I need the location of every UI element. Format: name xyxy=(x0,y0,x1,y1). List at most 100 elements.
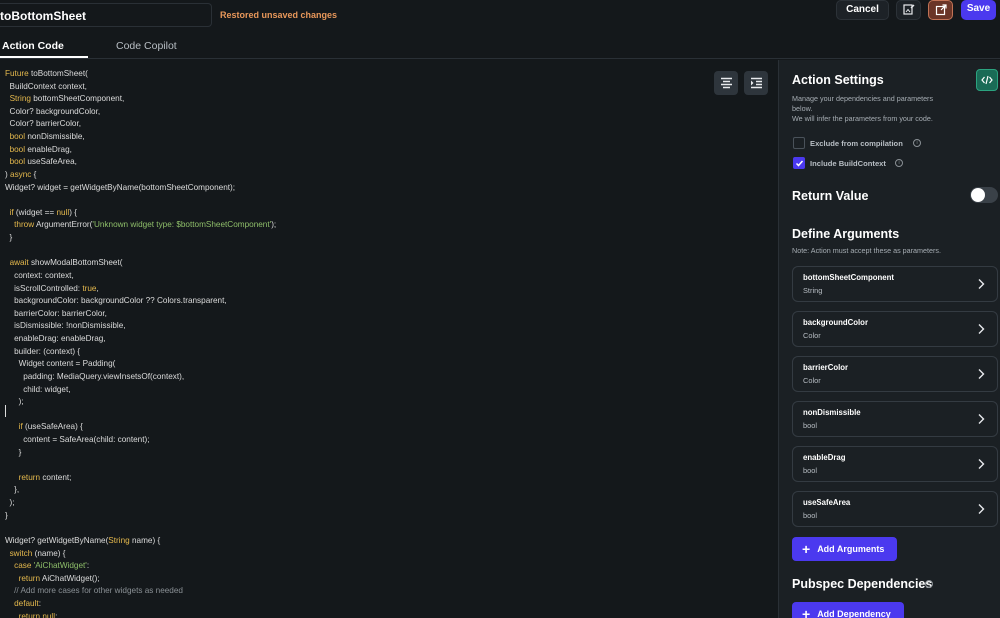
code-line: Widget? widget = getWidgetByName(bottomS… xyxy=(5,182,236,192)
code-line: return AiChatWidget(); xyxy=(18,573,100,583)
code-line: await showModalBottomSheet( xyxy=(9,258,123,268)
open-external-button[interactable] xyxy=(928,0,953,20)
chevron-right-icon xyxy=(978,459,985,469)
add-arguments-button[interactable]: + Add Arguments xyxy=(792,537,897,561)
indent-button[interactable] xyxy=(744,71,768,95)
chevron-right-icon xyxy=(978,504,985,514)
format-code-icon xyxy=(720,77,732,89)
argument-type: bool xyxy=(803,421,817,430)
toggle-knob xyxy=(971,188,985,202)
settings-description-1: Manage your dependencies and parameters xyxy=(792,94,934,103)
pubspec-title: Pubspec Dependencies xyxy=(792,577,933,591)
code-line: Color? barrierColor, xyxy=(5,119,81,129)
code-editor[interactable]: Future toBottomSheet( BuildContext conte… xyxy=(0,60,778,618)
info-icon[interactable]: i xyxy=(925,580,933,588)
argument-name: useSafeArea xyxy=(803,498,851,507)
info-icon[interactable]: i xyxy=(913,139,921,147)
code-line: content = SafeArea(child: content); xyxy=(5,434,150,444)
argument-type: Color xyxy=(803,331,821,340)
chevron-right-icon xyxy=(978,414,985,424)
tab-action-code[interactable]: Action Code xyxy=(2,40,64,52)
tab-code-copilot[interactable]: Code Copilot xyxy=(116,40,177,52)
code-line: child: widget, xyxy=(5,384,71,394)
action-name-field[interactable]: toBottomSheet xyxy=(0,3,212,27)
code-line: barrierColor: barrierColor, xyxy=(5,308,107,318)
include-buildcontext-checkbox[interactable] xyxy=(793,157,805,169)
argument-card[interactable]: backgroundColor Color xyxy=(792,311,998,347)
code-line: bool nonDismissible, xyxy=(9,132,85,142)
add-dependency-label: Add Dependency xyxy=(817,609,891,618)
argument-type: bool xyxy=(803,466,817,475)
define-arguments-note: Note: Action must accept these as parame… xyxy=(792,246,942,255)
code-line: isScrollControlled: true, xyxy=(5,283,99,293)
settings-description-3: We will infer the parameters from your c… xyxy=(792,114,933,123)
code-line: String bottomSheetComponent, xyxy=(9,94,125,104)
chevron-right-icon xyxy=(978,279,985,289)
code-line: Future toBottomSheet( xyxy=(5,69,88,78)
argument-name: bottomSheetComponent xyxy=(803,273,894,282)
code-line: ); xyxy=(5,498,15,508)
code-line: BuildContext context, xyxy=(5,81,87,91)
action-settings-title: Action Settings xyxy=(792,73,884,87)
top-bar: toBottomSheet Restored unsaved changes C… xyxy=(0,0,1000,32)
indent-icon xyxy=(750,77,762,89)
code-line: if (useSafeArea) { xyxy=(18,422,83,432)
code-line: return content; xyxy=(18,472,72,482)
code-line: if (widget == null) { xyxy=(9,207,77,217)
info-icon[interactable]: i xyxy=(895,159,903,167)
code-view-icon xyxy=(981,75,993,85)
code-line: } xyxy=(5,510,8,520)
include-buildcontext-label: Include BuildContext xyxy=(810,159,886,168)
argument-card[interactable]: useSafeArea bool xyxy=(792,491,998,527)
code-line: Widget? getWidgetByName(String name) { xyxy=(5,535,161,545)
argument-name: nonDismissible xyxy=(803,408,861,417)
add-dependency-button[interactable]: + Add Dependency xyxy=(792,602,904,618)
code-line: Color? backgroundColor, xyxy=(5,106,101,116)
argument-name: backgroundColor xyxy=(803,318,868,327)
checkmark-icon xyxy=(795,160,803,167)
argument-card[interactable]: bottomSheetComponent String xyxy=(792,266,998,302)
code-line: builder: (context) { xyxy=(5,346,81,356)
code-line: bool useSafeArea, xyxy=(9,157,77,167)
argument-name: enableDrag xyxy=(803,453,846,462)
code-line: }, xyxy=(5,485,20,495)
argument-card[interactable]: enableDrag bool xyxy=(792,446,998,482)
edit-image-button[interactable] xyxy=(896,0,921,20)
code-line: isDismissible: !nonDismissible, xyxy=(5,321,126,331)
exclude-compilation-label: Exclude from compilation xyxy=(810,139,903,148)
code-line: throw ArgumentError('Unknown widget type… xyxy=(14,220,277,230)
exclude-compilation-checkbox[interactable] xyxy=(793,137,805,149)
return-value-toggle[interactable] xyxy=(970,187,998,203)
code-line: Widget content = Padding( xyxy=(5,359,116,369)
format-code-button[interactable] xyxy=(714,71,738,95)
plus-icon: + xyxy=(802,541,811,557)
view-code-button[interactable] xyxy=(976,69,998,91)
code-line: bool enableDrag, xyxy=(9,144,72,154)
argument-type: Color xyxy=(803,376,821,385)
code-line: padding: MediaQuery.viewInsetsOf(context… xyxy=(5,371,185,381)
code-line: enableDrag: enableDrag, xyxy=(5,334,106,344)
chevron-right-icon xyxy=(978,324,985,334)
action-settings-panel: Action Settings Manage your dependencies… xyxy=(779,60,1000,618)
argument-type: bool xyxy=(803,511,817,520)
code-line: ); xyxy=(5,397,24,407)
code-line: switch (name) { xyxy=(9,548,66,558)
code-line: // Add more cases for other widgets as n… xyxy=(14,586,183,596)
plus-icon: + xyxy=(802,606,811,618)
code-line: backgroundColor: backgroundColor ?? Colo… xyxy=(5,296,227,306)
argument-name: barrierColor xyxy=(803,363,849,372)
add-arguments-label: Add Arguments xyxy=(817,544,885,554)
code-line: } xyxy=(5,233,13,243)
code-line: case 'AiChatWidget': xyxy=(14,561,90,571)
unsaved-status: Restored unsaved changes xyxy=(220,10,338,20)
active-tab-underline xyxy=(0,56,88,58)
edit-image-icon xyxy=(902,4,914,15)
code-line: } xyxy=(5,447,22,457)
argument-card[interactable]: barrierColor Color xyxy=(792,356,998,392)
code-line: default: xyxy=(14,599,41,609)
return-value-title: Return Value xyxy=(792,189,869,203)
cancel-button[interactable]: Cancel xyxy=(836,0,889,20)
save-button[interactable]: Save xyxy=(961,0,996,20)
code-line: context: context, xyxy=(5,270,74,280)
argument-card[interactable]: nonDismissible bool xyxy=(792,401,998,437)
